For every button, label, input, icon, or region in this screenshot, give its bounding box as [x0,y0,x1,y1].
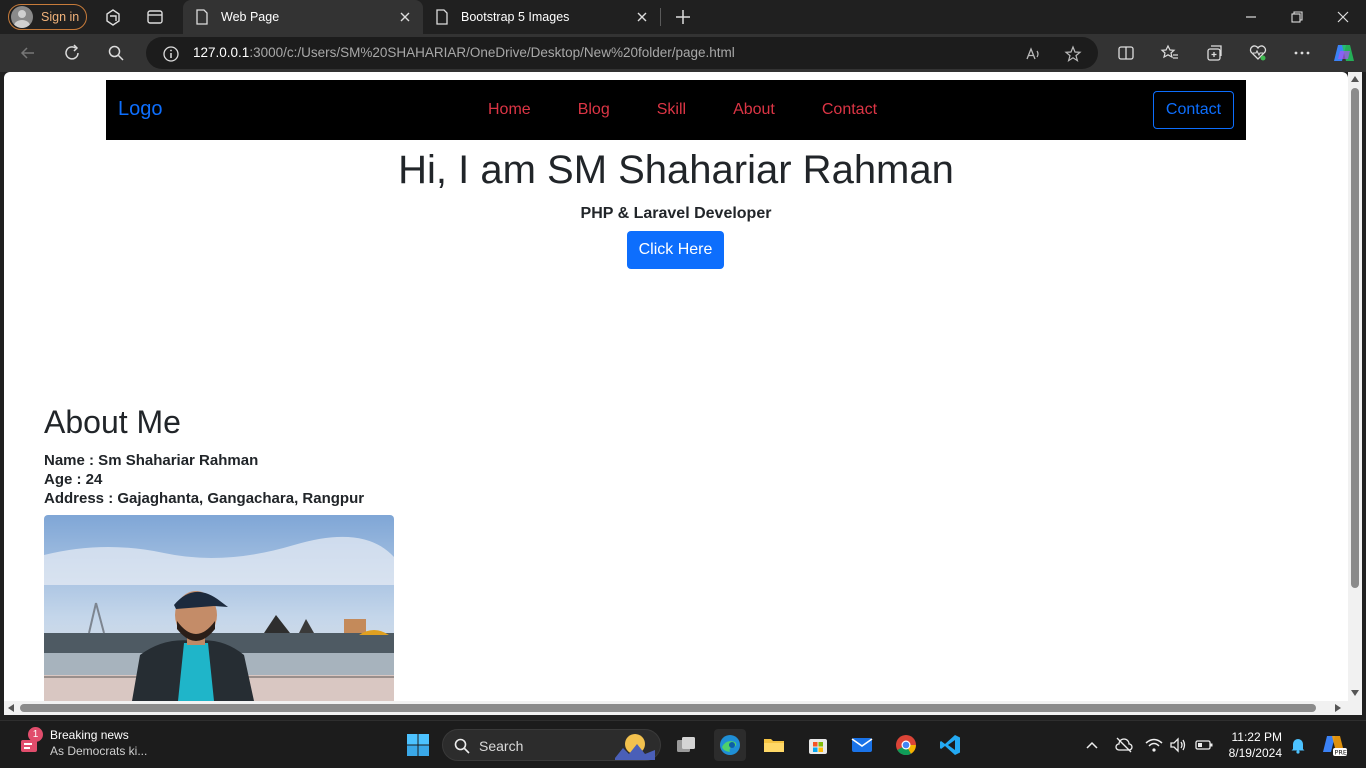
vertical-scrollbar[interactable] [1348,72,1362,701]
page-icon [195,9,209,25]
read-aloud-icon[interactable] [1024,45,1042,63]
taskbar-search[interactable]: Search [442,729,661,761]
hero-subtitle: PHP & Laravel Developer [580,205,772,222]
tab-title: Bootstrap 5 Images [461,10,570,24]
address-bar[interactable]: 127.0.0.1:3000/c:/Users/SM%20SHAHARIAR/O… [146,37,1098,69]
search-icon[interactable] [106,43,126,63]
page-icon [435,9,449,25]
mail-icon[interactable] [846,729,878,761]
back-icon[interactable] [18,43,38,63]
about-title: About Me [44,404,181,440]
refresh-icon[interactable] [62,43,82,63]
horizontal-scrollbar[interactable] [4,701,1362,715]
clock-time: 11:22 PM [1231,730,1282,744]
close-tab-icon[interactable] [630,5,654,29]
nav-link-about[interactable]: About [733,101,775,119]
nav-links: Home Blog Skill About Contact [488,80,877,140]
about-address: Address : Gajaghanta, Gangachara, Rangpu… [44,490,365,507]
split-screen-icon[interactable] [1116,43,1136,63]
restore-icon[interactable] [1286,6,1308,28]
svg-text:PRE: PRE [1335,749,1348,757]
windows-start-icon[interactable] [402,729,434,761]
search-label: Search [479,738,524,754]
url-host: 127.0.0.1 [193,45,250,60]
tab-bootstrap-images[interactable]: Bootstrap 5 Images [423,0,660,34]
workspaces-icon[interactable] [103,7,123,27]
hero-title: Hi, I am SM Shahariar Rahman [398,148,954,192]
edge-browser-icon[interactable] [714,729,746,761]
browser-essentials-icon[interactable] [1248,43,1268,63]
page-viewport: Logo Home Blog Skill About Contact Conta… [4,72,1348,701]
tab-actions-icon[interactable] [145,7,165,27]
scroll-right-icon[interactable] [1335,704,1341,712]
nav-link-home[interactable]: Home [488,101,531,119]
tab-title: Web Page [221,10,280,24]
close-window-icon[interactable] [1332,6,1354,28]
tab-strip: Sign in Web Page Bootstrap 5 Images [0,0,1366,34]
about-age: Age : 24 [44,471,103,488]
minimize-icon[interactable] [1240,6,1262,28]
chrome-icon[interactable] [890,729,922,761]
copilot-pre-icon[interactable]: PRE [1318,729,1350,761]
microsoft-store-icon[interactable] [802,729,834,761]
news-headline: As Democrats ki... [50,744,148,758]
file-explorer-icon[interactable] [758,729,790,761]
url-path: :3000/c:/Users/SM%20SHAHARIAR/OneDrive/D… [249,45,735,60]
more-menu-icon[interactable] [1292,43,1312,63]
vscode-icon[interactable] [934,729,966,761]
copilot-icon[interactable] [1332,41,1356,65]
nav-link-contact[interactable]: Contact [822,101,877,119]
close-tab-icon[interactable] [393,5,417,29]
browser-toolbar: 127.0.0.1:3000/c:/Users/SM%20SHAHARIAR/O… [0,34,1366,72]
news-icon: 1 [18,727,43,757]
site-info-icon[interactable] [162,45,180,63]
scroll-up-icon[interactable] [1351,76,1359,82]
new-tab-icon[interactable] [672,6,694,28]
tab-separator [660,8,661,26]
scroll-down-icon[interactable] [1351,690,1359,696]
nav-link-blog[interactable]: Blog [578,101,610,119]
battery-icon[interactable] [1188,729,1220,761]
signin-label: Sign in [41,10,80,24]
news-widget[interactable]: 1 Breaking news As Democrats ki... [18,727,147,759]
clock[interactable]: 11:22 PM 8/19/2024 [1228,729,1282,761]
task-view-icon[interactable] [670,729,702,761]
site-logo[interactable]: Logo [118,98,163,121]
collections-icon[interactable] [1204,43,1224,63]
profile-signin-button[interactable]: Sign in [8,4,87,30]
horizontal-scroll-thumb[interactable] [20,704,1316,712]
site-navbar: Logo Home Blog Skill About Contact Conta… [106,80,1246,140]
search-icon [453,737,471,755]
vertical-scroll-thumb[interactable] [1351,88,1359,588]
contact-button[interactable]: Contact [1153,91,1234,129]
about-name: Name : Sm Shahariar Rahman [44,452,259,469]
news-title: Breaking news [50,728,129,742]
click-here-button[interactable]: Click Here [627,231,724,269]
onedrive-offline-icon[interactable] [1108,729,1140,761]
nav-link-skill[interactable]: Skill [657,101,686,119]
favorite-star-icon[interactable] [1064,45,1082,63]
windows-taskbar: 1 Breaking news As Democrats ki... Searc… [0,720,1366,768]
profile-avatar-icon [11,6,33,28]
news-badge: 1 [28,727,43,742]
tab-web-page[interactable]: Web Page [183,0,423,34]
url-text[interactable]: 127.0.0.1:3000/c:/Users/SM%20SHAHARIAR/O… [193,45,735,60]
search-highlight-icon [613,732,657,760]
scroll-left-icon[interactable] [8,704,14,712]
show-hidden-icons-icon[interactable] [1076,729,1108,761]
profile-photo [44,515,394,701]
favorites-icon[interactable] [1160,43,1180,63]
clock-date: 8/19/2024 [1228,746,1282,760]
notifications-bell-icon[interactable] [1282,729,1314,761]
